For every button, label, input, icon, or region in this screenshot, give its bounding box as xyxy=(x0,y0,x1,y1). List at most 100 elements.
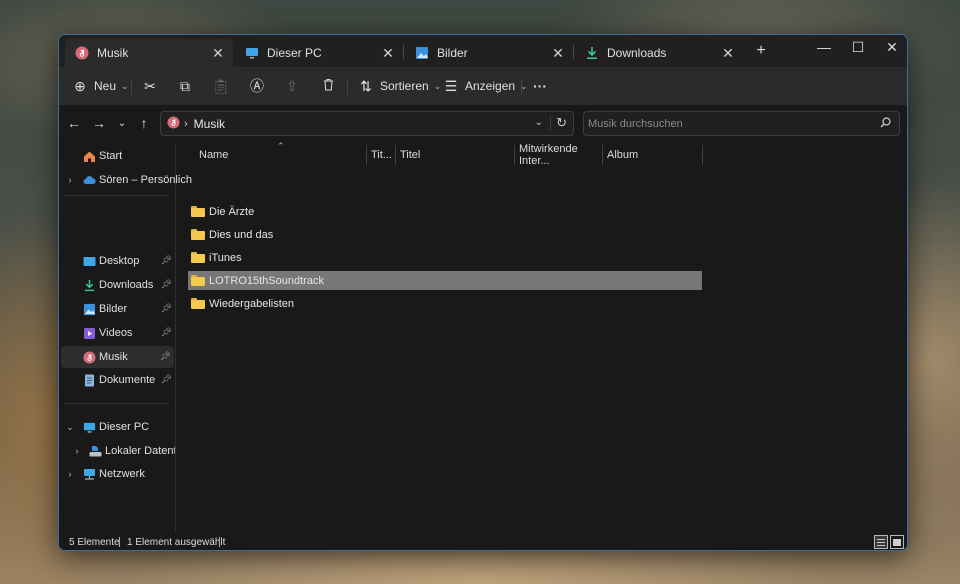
refresh-icon[interactable]: ↻ xyxy=(556,115,567,131)
chevron-right-icon[interactable]: › xyxy=(72,446,82,456)
share-button[interactable]: ⇪ xyxy=(283,75,301,97)
column-header-album[interactable]: Album xyxy=(607,143,707,167)
list-item[interactable]: Wiedergabelisten xyxy=(188,294,702,313)
sidebar-item-videos[interactable]: Videos 📌︎ xyxy=(59,322,175,344)
more-icon: ··· xyxy=(533,78,547,94)
sort-button[interactable]: ⇅ Sortieren ⌄ xyxy=(357,75,441,97)
sidebar-item-label: Dokumente xyxy=(99,374,156,386)
list-item[interactable]: iTunes xyxy=(188,248,702,267)
view-label: Anzeigen xyxy=(465,79,516,93)
chevron-down-icon[interactable]: ⌄ xyxy=(65,422,75,433)
sidebar-item-label: Dieser PC xyxy=(99,421,150,433)
copy-icon: ⧉ xyxy=(180,77,190,94)
folder-icon xyxy=(191,229,205,240)
search-box xyxy=(583,111,900,136)
sidebar-item-label: Lokaler Datenträg xyxy=(105,445,175,457)
desktop-icon xyxy=(83,255,96,268)
search-icon[interactable] xyxy=(880,117,891,131)
column-header-label: Titel xyxy=(400,149,421,161)
search-input[interactable] xyxy=(588,117,868,130)
details-view-button[interactable] xyxy=(874,535,888,549)
cut-button[interactable]: ✂ xyxy=(141,75,159,97)
tiles-view-button[interactable] xyxy=(890,535,904,549)
close-tab-icon[interactable]: ✕ xyxy=(551,45,565,62)
trash-icon xyxy=(319,78,337,94)
document-icon xyxy=(83,374,96,387)
clipboard-icon: 📋︎ xyxy=(212,77,230,94)
sidebar-item-musik[interactable]: Musik 📌︎ xyxy=(61,346,174,368)
chevron-right-icon[interactable]: › xyxy=(65,469,75,479)
sidebar-item-onedrive[interactable]: › Sören – Persönlich xyxy=(59,169,192,191)
status-divider xyxy=(219,537,220,547)
address-bar[interactable]: › Musik ⌄ ↻ xyxy=(160,111,574,136)
sidebar-item-bilder[interactable]: Bilder 📌︎ xyxy=(59,298,175,320)
list-item[interactable]: Dies und das xyxy=(188,225,702,244)
share-icon: ⇪ xyxy=(286,77,298,94)
tab-musik[interactable]: Musik ✕ xyxy=(65,39,233,67)
column-header-contributing-artists[interactable]: Mitwirkende Inter... xyxy=(519,143,603,167)
new-tab-button[interactable]: + xyxy=(751,42,771,60)
sidebar-item-dokumente[interactable]: Dokumente 📌︎ xyxy=(59,369,175,391)
sidebar-item-dieser-pc[interactable]: ⌄ Dieser PC xyxy=(59,416,175,438)
sidebar-item-label: Netzwerk xyxy=(99,468,145,480)
column-divider[interactable] xyxy=(602,145,603,165)
close-tab-icon[interactable]: ✕ xyxy=(721,45,735,62)
paste-button[interactable]: 📋︎ xyxy=(212,75,230,97)
list-item[interactable]: Die Ärzte xyxy=(188,202,702,221)
copy-button[interactable]: ⧉ xyxy=(176,75,194,97)
view-button[interactable]: ☰ Anzeigen ⌄ xyxy=(442,75,528,97)
toolbar-divider xyxy=(521,79,522,95)
tab-bar: Musik ✕ Dieser PC ✕ Bilder ✕ Downloads ✕ xyxy=(59,35,907,67)
sidebar-item-desktop[interactable]: Desktop 📌︎ xyxy=(59,250,175,272)
video-icon xyxy=(83,327,96,340)
sidebar-item-netzwerk[interactable]: › Netzwerk xyxy=(59,463,175,485)
tab-bilder[interactable]: Bilder ✕ xyxy=(405,39,573,67)
tab-label: Musik xyxy=(97,46,129,60)
scissors-icon: ✂ xyxy=(144,77,156,94)
tab-downloads[interactable]: Downloads ✕ xyxy=(575,39,743,67)
chevron-right-icon[interactable]: › xyxy=(65,175,75,185)
file-name: Dies und das xyxy=(209,228,274,241)
back-button[interactable]: ← xyxy=(65,115,83,131)
column-header-title-number[interactable]: Tit... xyxy=(371,143,395,167)
selection-count: 1 Element ausgewählt xyxy=(127,537,226,548)
sidebar-item-local-disk[interactable]: › Lokaler Datenträg xyxy=(59,440,176,462)
column-header-title[interactable]: Titel xyxy=(400,143,514,167)
rename-button[interactable]: Ⓐ xyxy=(248,75,266,97)
sidebar-item-label: Bilder xyxy=(99,303,128,315)
up-button[interactable]: ↑ xyxy=(135,115,153,131)
recent-locations-button[interactable]: ⌄ xyxy=(113,118,131,129)
sidebar-item-start[interactable]: Start xyxy=(59,145,175,167)
navigation-pane: Start › Sören – Persönlich Desktop 📌︎ Do… xyxy=(59,143,192,532)
pictures-icon xyxy=(415,46,429,60)
home-icon xyxy=(83,150,96,163)
column-divider[interactable] xyxy=(366,145,367,165)
column-header-label: Tit... xyxy=(371,149,392,161)
network-icon xyxy=(83,468,96,481)
close-tab-icon[interactable]: ✕ xyxy=(381,45,395,62)
column-divider[interactable] xyxy=(514,145,515,165)
status-divider xyxy=(119,537,120,547)
list-item-selected[interactable]: LOTRO15thSoundtrack xyxy=(188,271,702,290)
delete-button[interactable] xyxy=(319,75,337,97)
column-header-name[interactable]: Name xyxy=(199,143,367,167)
forward-button[interactable]: → xyxy=(90,115,108,131)
maximize-button[interactable]: ☐ xyxy=(841,37,875,59)
arrow-up-icon: ↑ xyxy=(140,115,148,131)
pin-icon: 📌︎ xyxy=(160,303,172,313)
tab-dieser-pc[interactable]: Dieser PC ✕ xyxy=(235,39,403,67)
status-bar: 5 Elemente 1 Element ausgewählt xyxy=(59,532,907,550)
breadcrumb-item[interactable]: Musik xyxy=(194,117,225,131)
sidebar-item-downloads[interactable]: Downloads 📌︎ xyxy=(59,274,175,296)
new-button[interactable]: ⊕ Neu ⌄ xyxy=(71,75,128,97)
folder-icon xyxy=(191,275,205,286)
column-divider[interactable] xyxy=(395,145,396,165)
close-window-button[interactable]: ✕ xyxy=(875,37,907,59)
address-dropdown-icon[interactable]: ⌄ xyxy=(535,117,543,128)
close-tab-icon[interactable]: ✕ xyxy=(211,45,225,62)
minimize-button[interactable]: — xyxy=(807,37,841,59)
more-options-button[interactable]: ··· xyxy=(531,75,549,97)
column-divider[interactable] xyxy=(702,145,703,165)
file-name: Die Ärzte xyxy=(209,205,255,218)
computer-icon xyxy=(83,421,96,434)
